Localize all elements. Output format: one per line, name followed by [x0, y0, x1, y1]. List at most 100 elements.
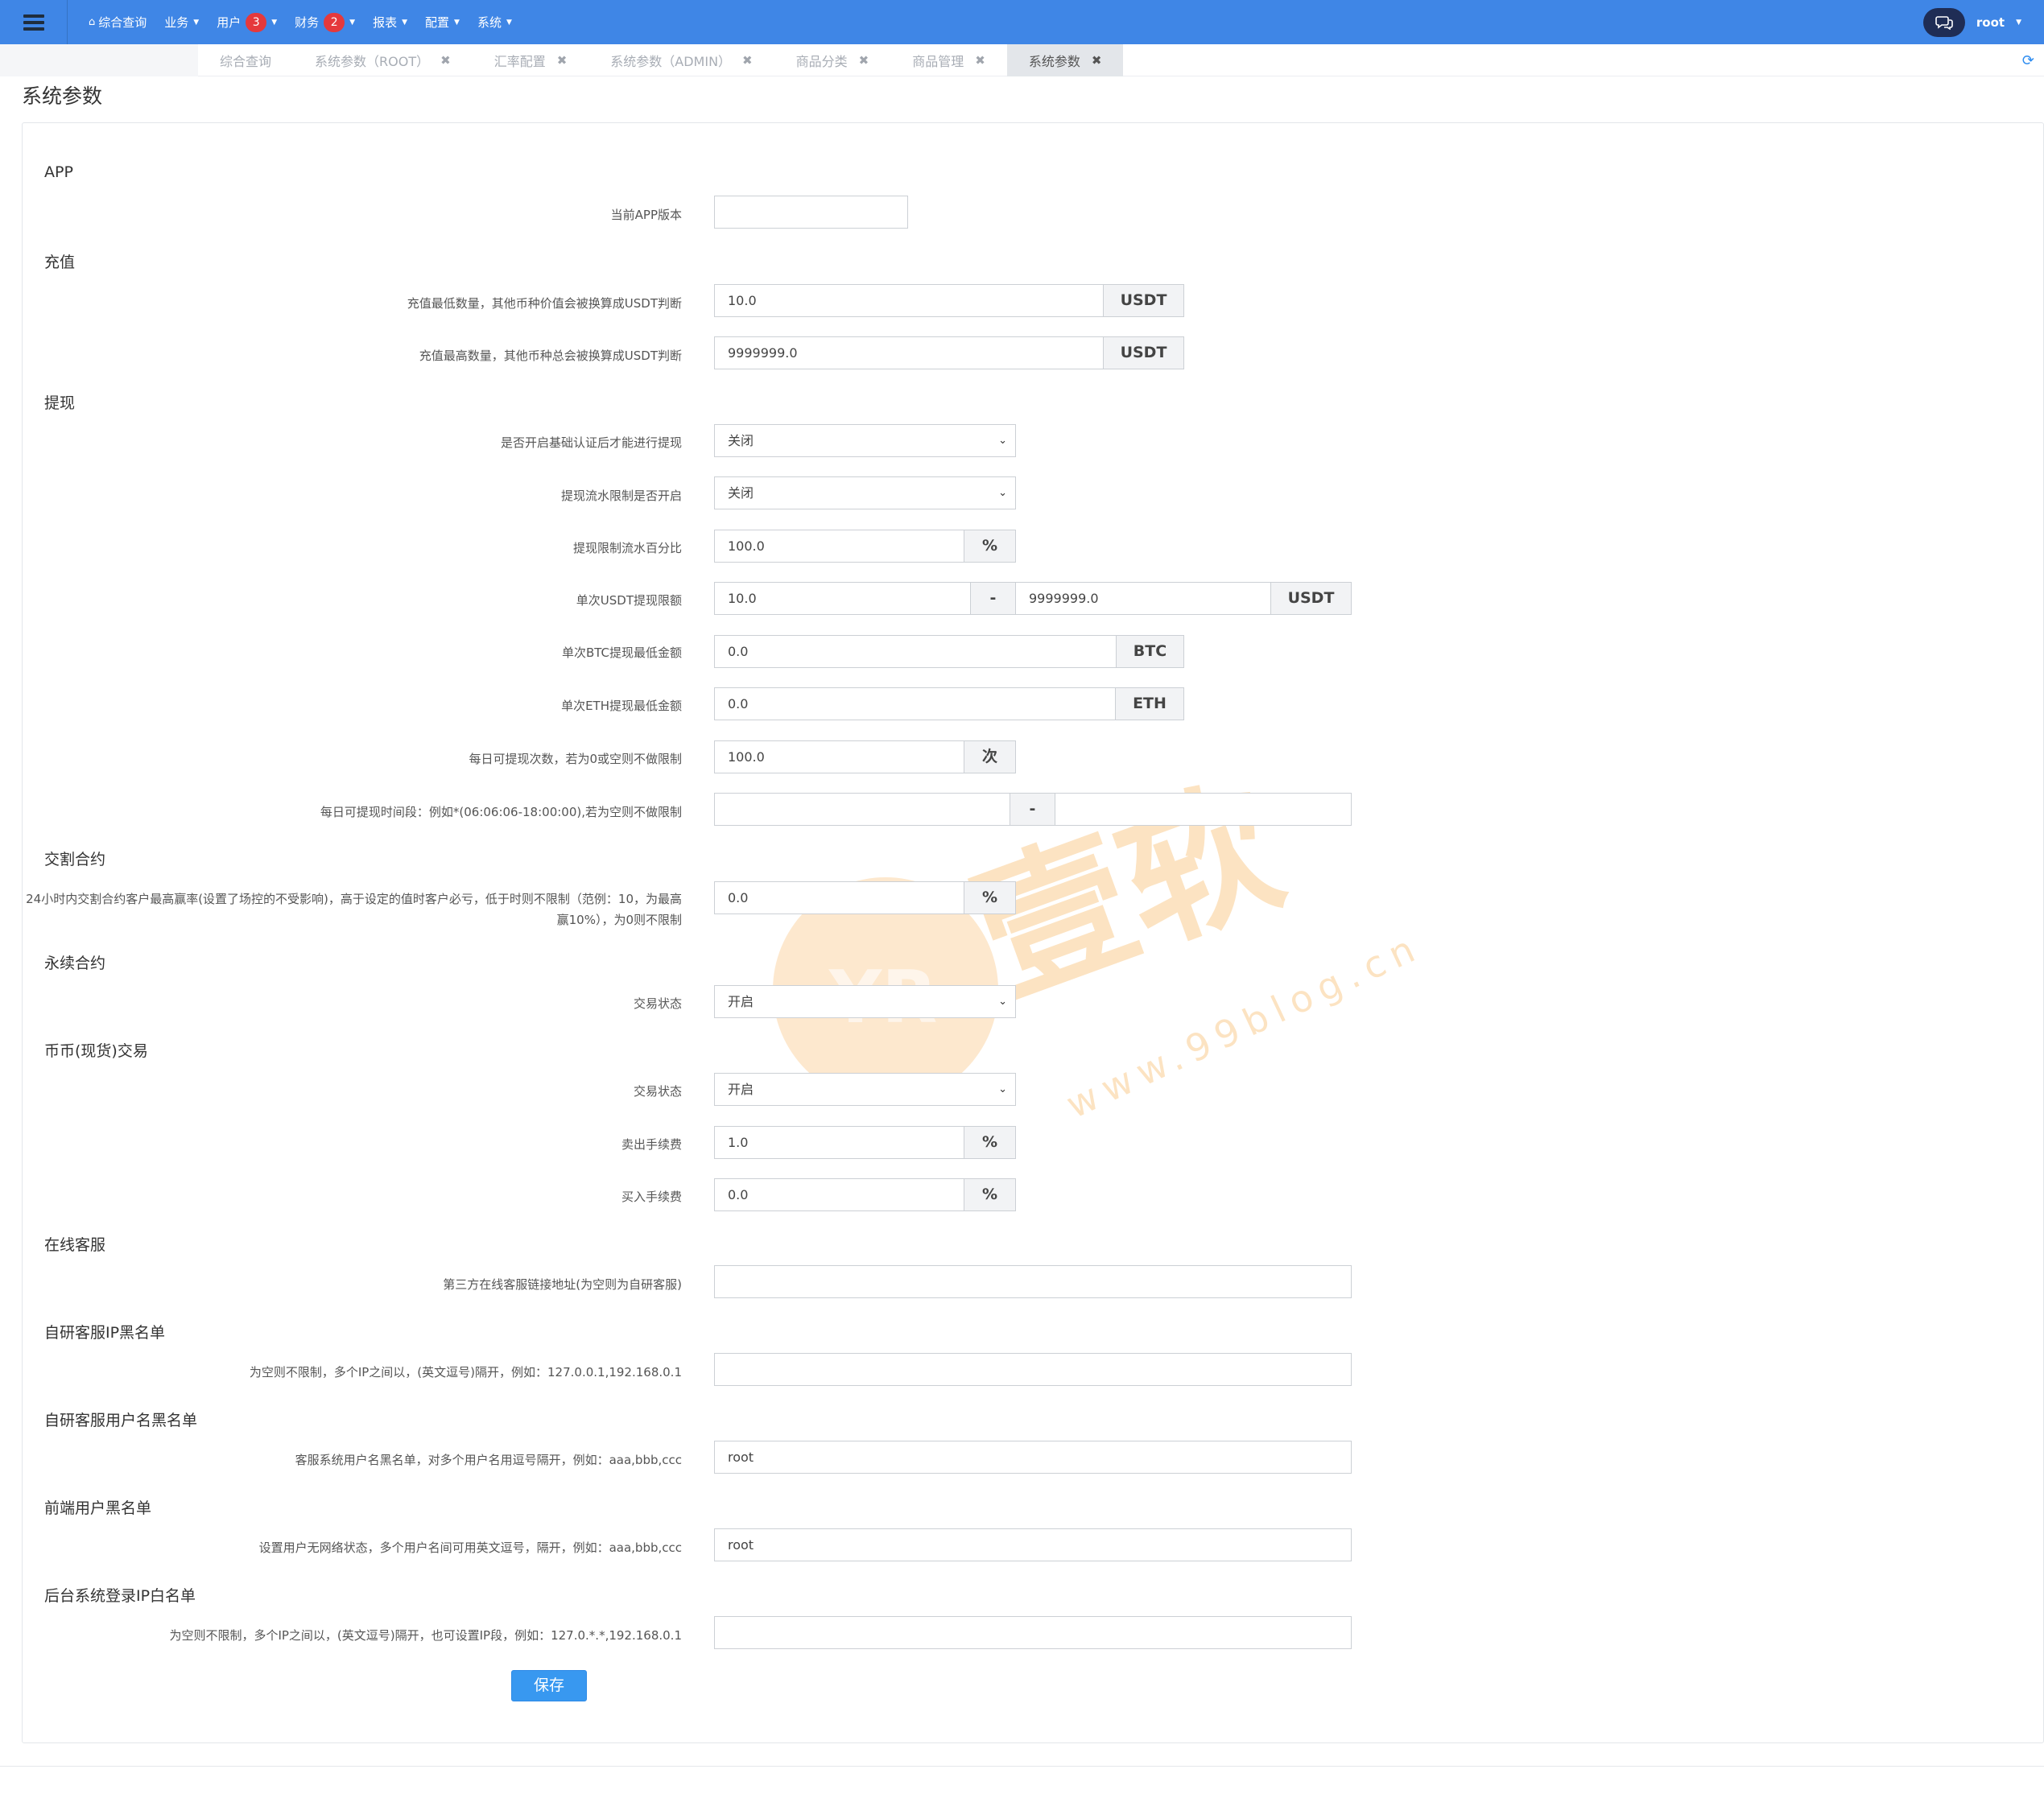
- close-icon[interactable]: ✖: [742, 53, 753, 68]
- cs-user-blacklist-input[interactable]: [714, 1441, 1352, 1474]
- field-label: 为空则不限制，多个IP之间以，(英文逗号)隔开，例如：127.0.0.1,192…: [249, 1365, 682, 1380]
- field-label: 买入手续费: [621, 1190, 682, 1204]
- top-navbar: ⌂ 综合查询 业务 ▼ 用户 3 ▼ 财务 2 ▼ 报表 ▼ 配置 ▼ 系统 ▼: [0, 0, 2044, 44]
- username: root: [1976, 14, 2005, 30]
- tab-system-params[interactable]: 系统参数 ✖: [1006, 44, 1124, 76]
- cs-ip-blacklist-input[interactable]: [714, 1353, 1352, 1386]
- chevron-down-icon: ⌄: [998, 1083, 1007, 1095]
- caret-down-icon: ▼: [2016, 18, 2021, 27]
- nav-item-reports[interactable]: 报表 ▼: [373, 14, 407, 31]
- tab-overview[interactable]: 综合查询: [198, 44, 293, 76]
- tab-system-params-admin[interactable]: 系统参数（ADMIN） ✖: [588, 44, 774, 76]
- field-label: 卖出手续费: [621, 1137, 682, 1152]
- range-separator: -: [1010, 793, 1055, 826]
- save-button[interactable]: 保存: [511, 1670, 587, 1701]
- section-recharge: 充值: [44, 254, 76, 271]
- field-label: 提现限制流水百分比: [572, 541, 682, 555]
- close-icon[interactable]: ✖: [440, 53, 451, 68]
- tab-exchange-rate[interactable]: 汇率配置 ✖: [473, 44, 589, 76]
- field-label: 为空则不限制，多个IP之间以，(英文逗号)隔开，也可设置IP段，例如：127.0…: [169, 1628, 682, 1643]
- spot-status-select[interactable]: 开启 ⌄: [714, 1073, 1016, 1106]
- spot-buy-fee-input[interactable]: [714, 1178, 964, 1211]
- section-front-user-blacklist: 前端用户黑名单: [44, 1499, 152, 1517]
- withdraw-flow-percent-input[interactable]: [714, 530, 964, 563]
- close-icon[interactable]: ✖: [859, 53, 869, 68]
- chat-button[interactable]: [1922, 7, 1965, 37]
- section-delivery: 交割合约: [44, 851, 106, 868]
- unit-addon: %: [964, 881, 1016, 914]
- nav-item-finance[interactable]: 财务 2 ▼: [295, 12, 356, 32]
- withdraw-kyc-select[interactable]: 关闭 ⌄: [714, 424, 1016, 457]
- withdraw-eth-min-input[interactable]: [714, 687, 1116, 720]
- tabs-bar: 综合查询 系统参数（ROOT） ✖ 汇率配置 ✖ 系统参数（ADMIN） ✖ 商品分类…: [0, 44, 2044, 76]
- close-icon[interactable]: ✖: [1092, 53, 1102, 68]
- close-icon[interactable]: ✖: [557, 53, 568, 68]
- notification-badge: 2: [324, 12, 345, 32]
- close-icon[interactable]: ✖: [975, 53, 985, 68]
- admin-ip-whitelist-input[interactable]: [714, 1616, 1352, 1649]
- section-perpetual: 永续合约: [44, 955, 106, 972]
- chevron-down-icon: ⌄: [998, 487, 1007, 499]
- nav-item-config[interactable]: 配置 ▼: [425, 14, 460, 31]
- home-icon: ⌂: [89, 16, 96, 28]
- front-user-blacklist-input[interactable]: [714, 1528, 1352, 1561]
- field-label: 充值最低数量，其他币种价值会被换算成USDT判断: [407, 296, 682, 311]
- field-label: 第三方在线客服链接地址(为空则为自研客服): [443, 1277, 682, 1292]
- page-title: 系统参数: [22, 85, 103, 108]
- caret-down-icon: ▼: [271, 18, 278, 27]
- caret-down-icon: ▼: [349, 18, 356, 27]
- caret-down-icon: ▼: [402, 18, 408, 27]
- cs-link-input[interactable]: [714, 1265, 1352, 1298]
- nav-item-users[interactable]: 用户 3 ▼: [217, 12, 278, 32]
- section-cs-user-blacklist: 自研客服用户名黑名单: [44, 1412, 198, 1429]
- withdraw-usdt-max-input[interactable]: [1015, 582, 1271, 615]
- nav-item-business[interactable]: 业务 ▼: [164, 14, 199, 31]
- withdraw-time-start-input[interactable]: [714, 793, 1010, 826]
- range-separator: -: [970, 582, 1016, 615]
- section-online-cs: 在线客服: [44, 1236, 106, 1254]
- section-app: APP: [44, 163, 73, 181]
- spot-sell-fee-input[interactable]: [714, 1126, 964, 1159]
- field-label: 单次BTC提现最低金额: [561, 645, 682, 660]
- sidebar-toggle-button[interactable]: [0, 0, 68, 44]
- unit-addon: ETH: [1115, 687, 1184, 720]
- delivery-max-win-input[interactable]: [714, 881, 964, 914]
- chevron-down-icon: ⌄: [998, 435, 1007, 447]
- field-label: 每日可提现时间段：例如*(06:06:06-18:00:00),若为空则不做限制: [320, 805, 682, 819]
- withdraw-daily-count-input[interactable]: [714, 740, 964, 773]
- tab-product-management[interactable]: 商品管理 ✖: [890, 44, 1007, 76]
- nav-item-system[interactable]: 系统 ▼: [477, 14, 512, 31]
- unit-addon: BTC: [1116, 635, 1184, 668]
- withdraw-btc-min-input[interactable]: [714, 635, 1117, 668]
- caret-down-icon: ▼: [454, 18, 460, 27]
- unit-addon: USDT: [1103, 284, 1184, 317]
- field-label: 交易状态: [633, 1084, 682, 1099]
- section-spot: 币币(现货)交易: [44, 1042, 148, 1060]
- withdraw-time-end-input[interactable]: [1055, 793, 1352, 826]
- user-menu[interactable]: root ▼: [1976, 15, 2021, 30]
- menu-icon: [23, 11, 44, 34]
- withdraw-flow-limit-select[interactable]: 关闭 ⌄: [714, 476, 1016, 509]
- nav-item-overview[interactable]: ⌂ 综合查询: [89, 14, 147, 31]
- unit-addon: USDT: [1270, 582, 1352, 615]
- page-tabs: 综合查询 系统参数（ROOT） ✖ 汇率配置 ✖ 系统参数（ADMIN） ✖ 商品分类…: [198, 44, 1124, 76]
- field-label: 单次USDT提现限额: [576, 593, 682, 608]
- perpetual-status-select[interactable]: 开启 ⌄: [714, 985, 1016, 1018]
- field-label: 充值最高数量，其他币种总会被换算成USDT判断: [419, 348, 682, 363]
- section-cs-ip-blacklist: 自研客服IP黑名单: [44, 1324, 166, 1342]
- field-label: 24小时内交割合约客户最高赢率(设置了场控的不受影响)，高于设定的值时客户必亏，…: [26, 892, 682, 927]
- caret-down-icon: ▼: [193, 18, 200, 27]
- tab-system-params-root[interactable]: 系统参数（ROOT） ✖: [293, 44, 473, 76]
- notification-badge: 3: [246, 12, 267, 32]
- field-label: 每日可提现次数，若为0或空则不做限制: [469, 752, 682, 766]
- tab-product-category[interactable]: 商品分类 ✖: [774, 44, 891, 76]
- withdraw-usdt-min-input[interactable]: [714, 582, 971, 615]
- recharge-min-input[interactable]: [714, 284, 1104, 317]
- app-version-input[interactable]: [714, 196, 908, 229]
- field-label: 是否开启基础认证后才能进行提现: [500, 435, 682, 450]
- field-label: 设置用户无网络状态，多个用户名间可用英文逗号，隔开，例如：aaa,bbb,ccc: [258, 1540, 682, 1555]
- section-admin-ip-whitelist: 后台系统登录IP白名单: [44, 1587, 196, 1605]
- refresh-icon[interactable]: ⟳: [2022, 52, 2034, 69]
- recharge-max-input[interactable]: [714, 336, 1104, 369]
- field-label: 单次ETH提现最低金额: [561, 699, 682, 713]
